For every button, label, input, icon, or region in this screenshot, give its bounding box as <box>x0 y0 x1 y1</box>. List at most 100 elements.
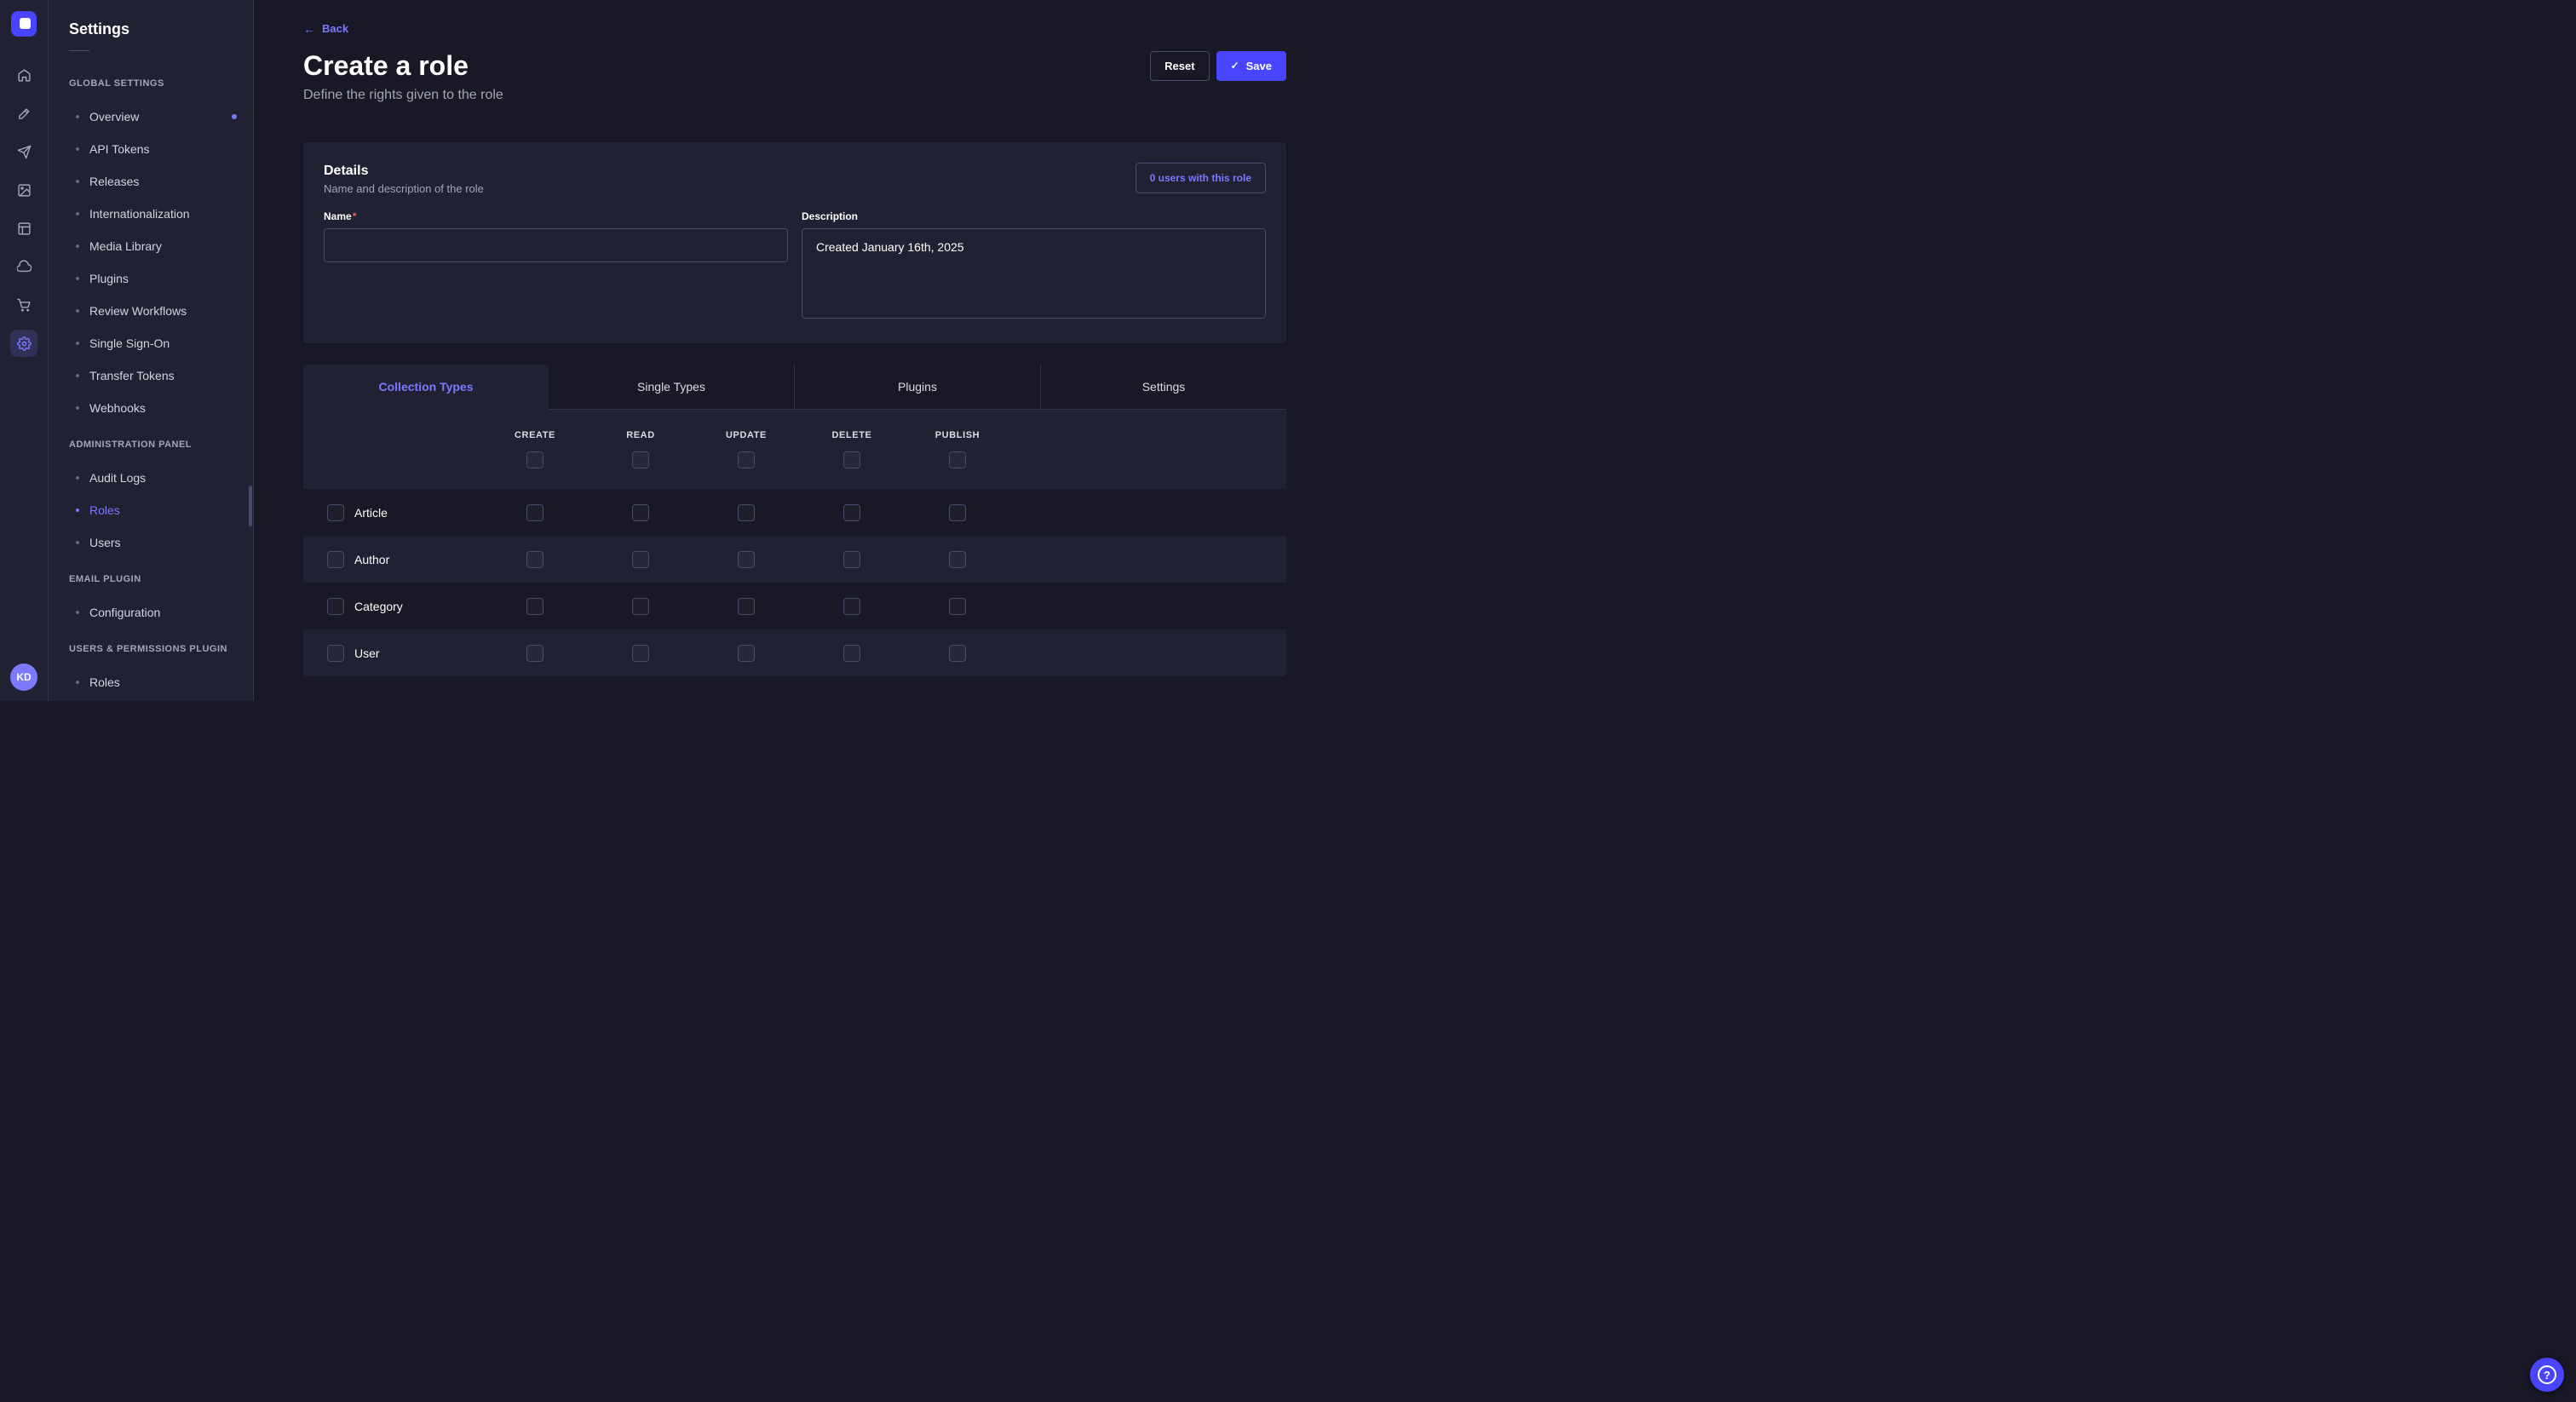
cart-icon <box>17 298 32 313</box>
rail-item-home[interactable] <box>10 61 37 89</box>
sidebar-item-configuration[interactable]: Configuration <box>49 596 253 629</box>
checkbox-author-read[interactable] <box>632 551 649 568</box>
checkbox-author-create[interactable] <box>526 551 543 568</box>
checkbox-all-read[interactable] <box>632 451 649 468</box>
sidebar-sections: Global SettingsOverviewAPI TokensRelease… <box>49 78 253 701</box>
sidebar-item-users[interactable]: Users <box>49 526 253 559</box>
sidebar-item-audit-logs[interactable]: Audit Logs <box>49 462 253 494</box>
column-label: UPDATE <box>726 430 767 441</box>
tab-single-types[interactable]: Single Types <box>549 365 794 410</box>
checkbox-all-delete[interactable] <box>843 451 860 468</box>
column-update: UPDATE <box>693 430 799 468</box>
details-card: Details Name and description of the role… <box>303 142 1286 343</box>
back-link[interactable]: ← Back <box>303 22 348 36</box>
cell-article-create <box>482 504 588 521</box>
checkbox-category-delete[interactable] <box>843 598 860 615</box>
checkbox-category[interactable] <box>327 598 344 615</box>
checkbox-user-delete[interactable] <box>843 645 860 662</box>
tab-collection-types[interactable]: Collection Types <box>303 365 549 410</box>
strapi-logo-icon <box>20 18 31 29</box>
checkbox-user[interactable] <box>327 645 344 662</box>
tab-plugins[interactable]: Plugins <box>794 365 1040 410</box>
reset-button[interactable]: Reset <box>1150 51 1209 81</box>
rail-item-deploy[interactable] <box>10 138 37 165</box>
checkbox-user-create[interactable] <box>526 645 543 662</box>
rail-item-marketplace[interactable] <box>10 291 37 319</box>
checkbox-article-read[interactable] <box>632 504 649 521</box>
sidebar-item-providers[interactable]: Providers <box>49 698 253 701</box>
tab-settings[interactable]: Settings <box>1040 365 1286 410</box>
sidebar-item-releases[interactable]: Releases <box>49 165 253 198</box>
rail-item-cloud[interactable] <box>10 253 37 280</box>
sidebar-item-plugins[interactable]: Plugins <box>49 262 253 295</box>
avatar[interactable]: KD <box>10 664 37 691</box>
column-create: CREATE <box>482 430 588 468</box>
checkbox-all-publish[interactable] <box>949 451 966 468</box>
column-read: READ <box>588 430 693 468</box>
sidebar-item-roles[interactable]: Roles <box>49 494 253 526</box>
rail-item-content-manager[interactable] <box>10 215 37 242</box>
checkbox-author[interactable] <box>327 551 344 568</box>
cell-article-update <box>693 504 799 521</box>
sidebar-item-label: Webhooks <box>89 401 146 415</box>
strapi-logo[interactable] <box>11 11 37 37</box>
permissions-card: Collection TypesSingle TypesPluginsSetti… <box>303 365 1286 676</box>
sidebar-item-review-workflows[interactable]: Review Workflows <box>49 295 253 327</box>
cell-category-delete <box>799 598 905 615</box>
rail-item-media-library[interactable] <box>10 176 37 204</box>
row-label: Author <box>354 553 389 566</box>
checkbox-user-read[interactable] <box>632 645 649 662</box>
checkbox-all-create[interactable] <box>526 451 543 468</box>
sidebar-item-roles[interactable]: Roles <box>49 666 253 698</box>
rail-item-settings[interactable] <box>10 330 37 357</box>
header-actions: Reset ✓ Save <box>1150 51 1286 81</box>
sidebar-item-internationalization[interactable]: Internationalization <box>49 198 253 230</box>
bullet-icon <box>76 374 79 377</box>
sidebar-item-label: Review Workflows <box>89 304 187 318</box>
sidebar-item-media-library[interactable]: Media Library <box>49 230 253 262</box>
checkbox-category-read[interactable] <box>632 598 649 615</box>
checkbox-all-update[interactable] <box>738 451 755 468</box>
question-mark-icon: ? <box>2538 1365 2556 1384</box>
rail-item-content-type-builder[interactable] <box>10 100 37 127</box>
bullet-icon <box>76 309 79 313</box>
sidebar-item-label: Transfer Tokens <box>89 369 175 382</box>
sidebar-item-api-tokens[interactable]: API Tokens <box>49 133 253 165</box>
checkbox-article-delete[interactable] <box>843 504 860 521</box>
checkbox-article-publish[interactable] <box>949 504 966 521</box>
back-arrow-icon: ← <box>303 22 315 36</box>
column-label: DELETE <box>832 430 872 441</box>
checkbox-author-publish[interactable] <box>949 551 966 568</box>
sidebar-section-label-administration-panel: Administration Panel <box>69 440 233 451</box>
checkbox-category-publish[interactable] <box>949 598 966 615</box>
checkbox-category-create[interactable] <box>526 598 543 615</box>
sidebar-item-overview[interactable]: Overview <box>49 101 253 133</box>
description-textarea[interactable]: Created January 16th, 2025 <box>802 228 1266 319</box>
save-button[interactable]: ✓ Save <box>1216 51 1286 81</box>
details-header-text: Details Name and description of the role <box>324 163 484 195</box>
sidebar-item-webhooks[interactable]: Webhooks <box>49 392 253 424</box>
description-label: Description <box>802 210 1266 223</box>
permission-tabs: Collection TypesSingle TypesPluginsSetti… <box>303 365 1286 410</box>
name-input[interactable] <box>324 228 788 262</box>
checkbox-user-update[interactable] <box>738 645 755 662</box>
sidebar-item-transfer-tokens[interactable]: Transfer Tokens <box>49 359 253 392</box>
help-button[interactable]: ? <box>2530 1358 2564 1392</box>
checkbox-article-update[interactable] <box>738 504 755 521</box>
sidebar-item-label: Roles <box>89 675 120 689</box>
row-label-cell: Author <box>303 551 482 568</box>
bullet-icon <box>76 147 79 151</box>
checkbox-article[interactable] <box>327 504 344 521</box>
sidebar-scrollbar[interactable] <box>249 486 252 526</box>
checkbox-user-publish[interactable] <box>949 645 966 662</box>
bullet-icon <box>76 277 79 280</box>
sidebar-item-single-sign-on[interactable]: Single Sign-On <box>49 327 253 359</box>
checkbox-category-update[interactable] <box>738 598 755 615</box>
cloud-icon <box>17 260 32 274</box>
checkbox-author-update[interactable] <box>738 551 755 568</box>
checkbox-article-create[interactable] <box>526 504 543 521</box>
users-with-role-button[interactable]: 0 users with this role <box>1136 163 1266 193</box>
sidebar-item-label: Overview <box>89 110 139 124</box>
cell-author-read <box>588 551 693 568</box>
checkbox-author-delete[interactable] <box>843 551 860 568</box>
